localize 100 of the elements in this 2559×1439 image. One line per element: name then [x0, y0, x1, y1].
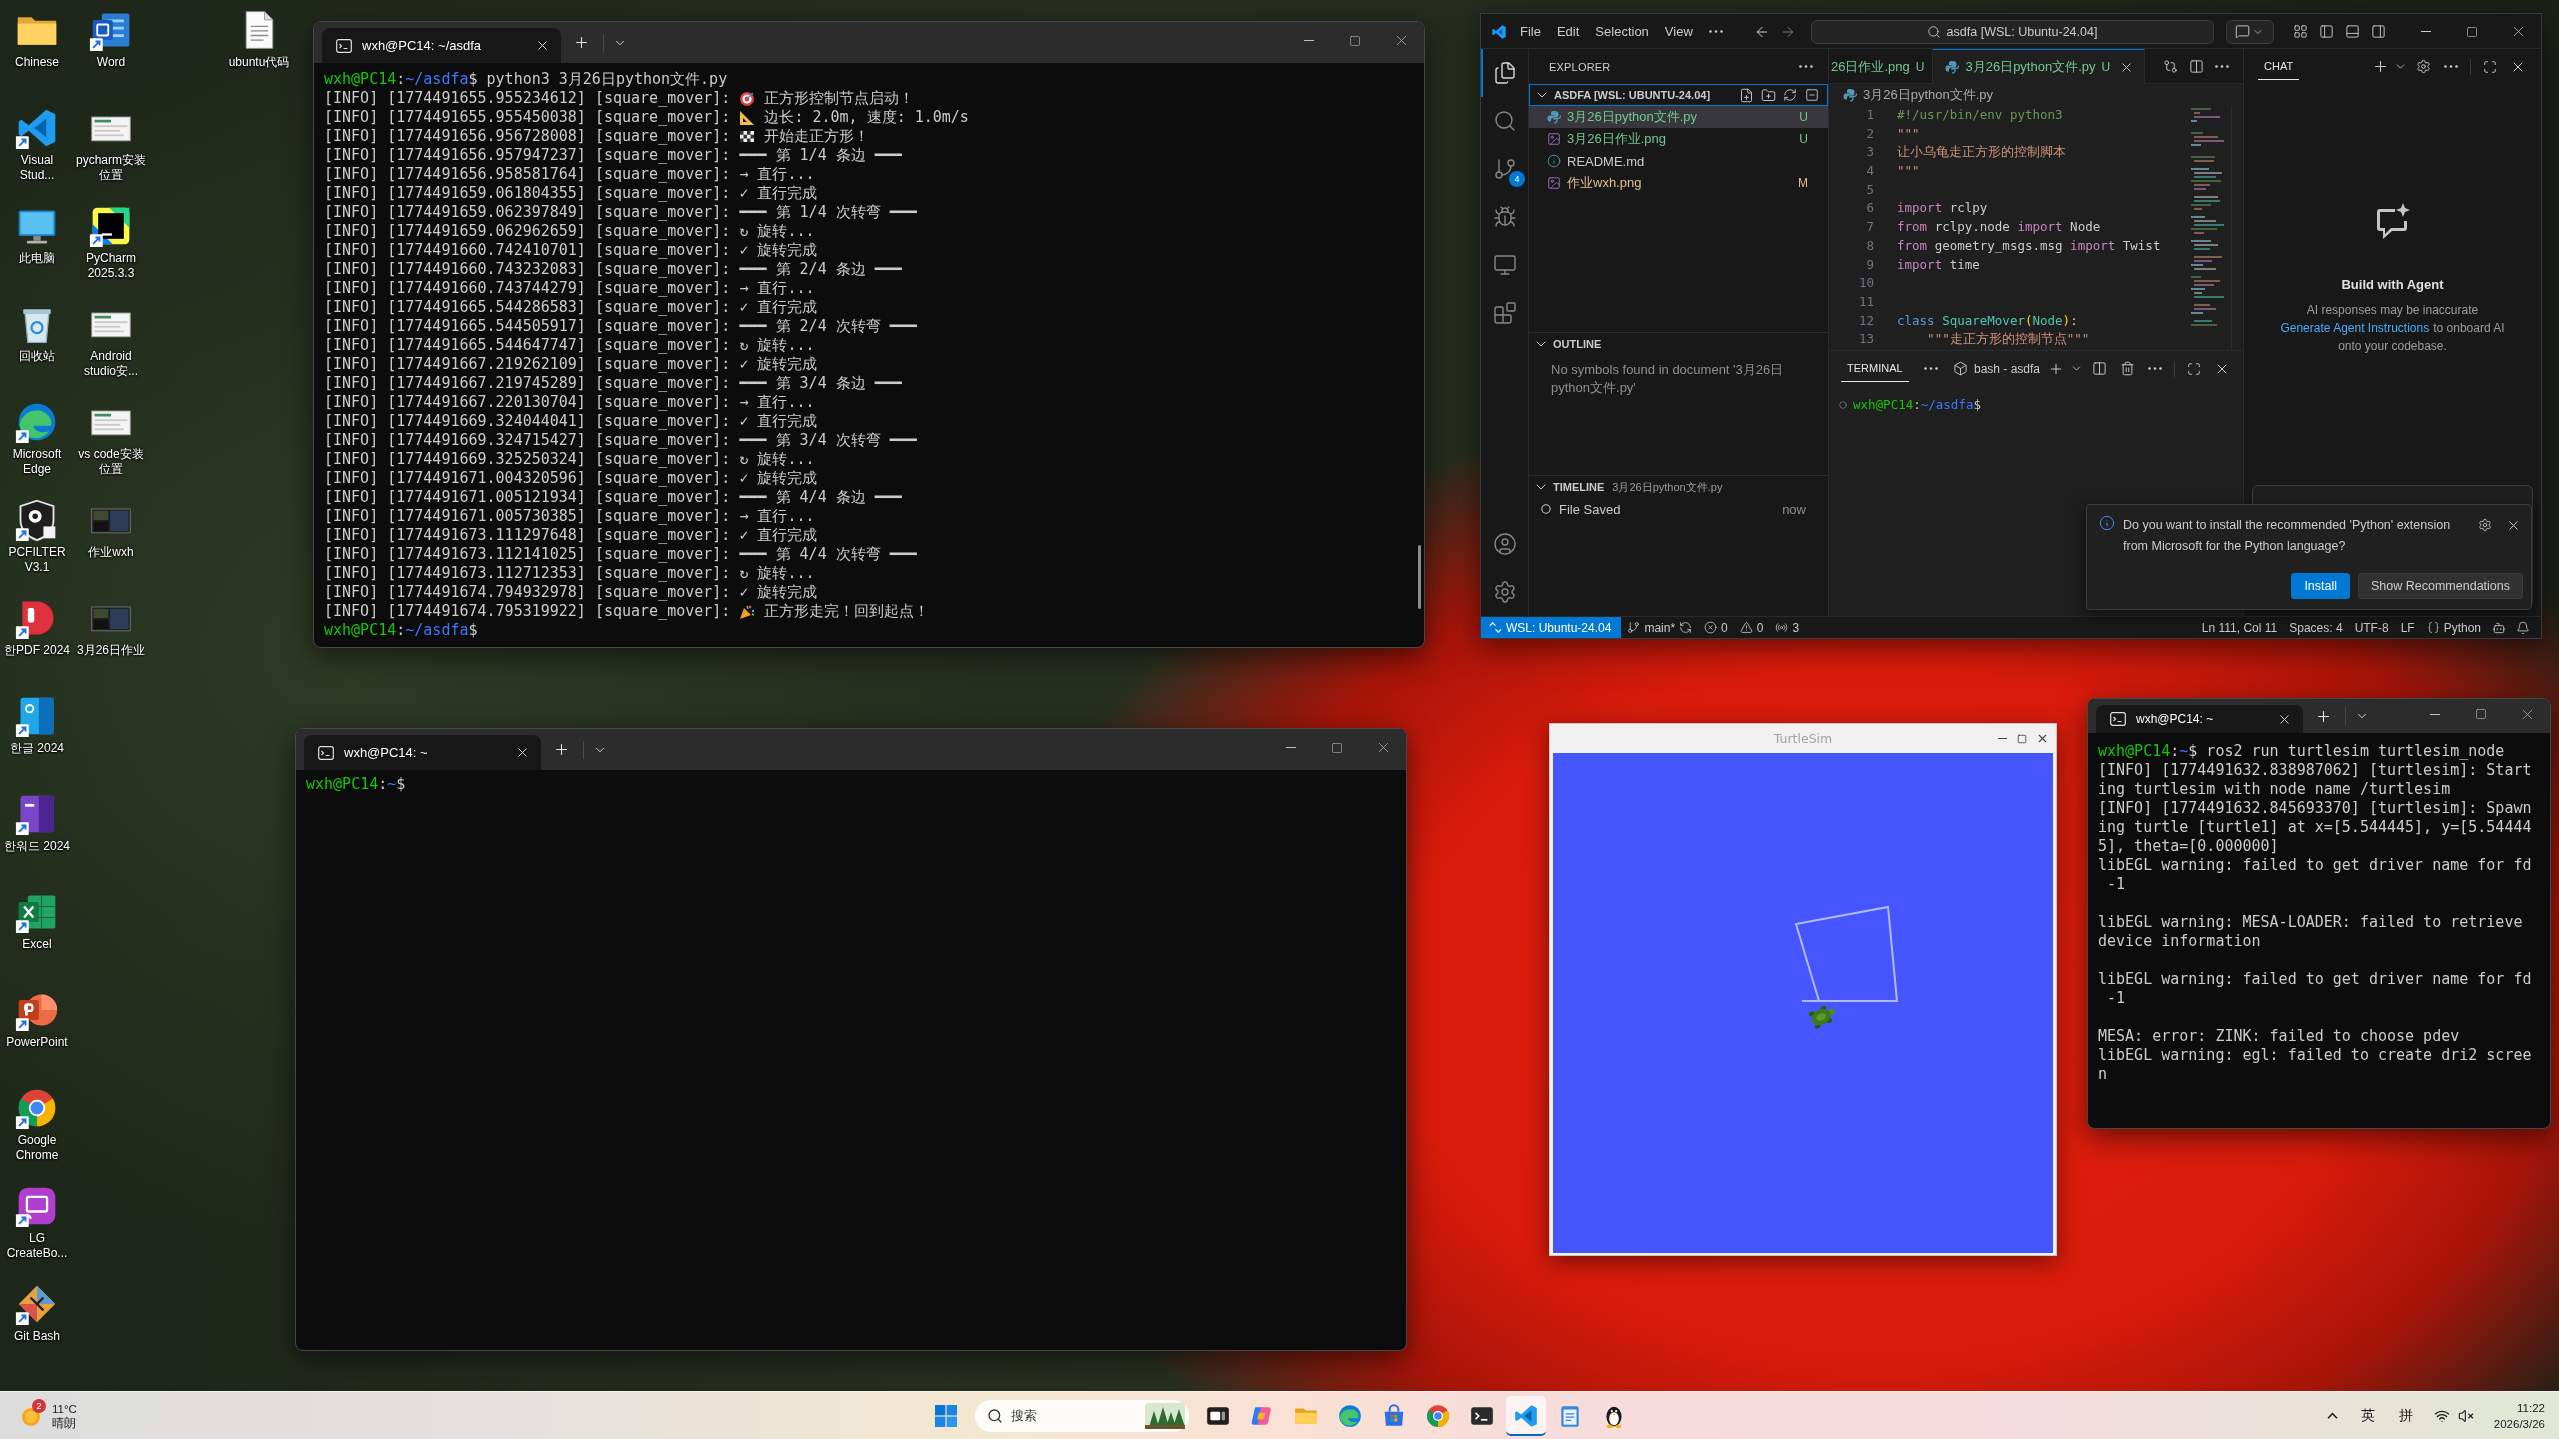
code-line: from rclpy.node import Node [1897, 218, 2101, 237]
refresh-icon [1783, 88, 1797, 102]
git-status: U [1799, 132, 1808, 146]
log-line: [INFO] [1774491673.112712353] [square_mover]: ↻ 旋转... [324, 564, 816, 583]
robot-icon [2492, 620, 2506, 635]
notification-button[interactable]: Show Recommendations [2358, 573, 2523, 599]
activity-bar-button[interactable]: 4 [1481, 145, 1529, 193]
log-line: libEGL warning: failed to get driver name for fd [2098, 856, 2533, 875]
explorer-entry[interactable]: 3月26日python文件.py U [1529, 106, 1828, 128]
more-icon [1923, 367, 1938, 370]
settings-icon [1493, 580, 1517, 604]
code-line: """走正方形的控制节点""" [1926, 330, 2090, 349]
prompt-line: wxh@PC14:~$ [306, 775, 407, 794]
line-number: 10 [1857, 274, 1874, 293]
log-line: [INFO] [1774491669.324715427] [square_mover]: ━━━ 第 3/4 次转弯 ━━━ [324, 431, 918, 450]
log-line: -1 [2106, 875, 2127, 894]
line-ending[interactable]: LF [2394, 617, 2421, 638]
chrome-icon [1424, 1402, 1451, 1429]
line-number: 8 [1865, 236, 1874, 255]
file-plus-icon [1738, 87, 1754, 103]
timeline-entry[interactable]: File Saved now [1529, 498, 1828, 520]
minimize-icon [2430, 713, 2440, 715]
search-icon [1493, 109, 1517, 133]
folder-header[interactable]: ASDFA [WSL: UBUNTU-24.04] [1529, 84, 1828, 106]
line-number: 1 [1865, 106, 1874, 124]
circle-icon [1541, 504, 1551, 514]
explorer-entry[interactable]: 作业wxh.png M [1529, 172, 1828, 194]
session-tab[interactable]: wxh@PC14: ~ [304, 735, 541, 770]
log-line: [INFO] [1774491674.795319922] [square_mover]: [324, 602, 731, 621]
code-line: """ [1897, 124, 1920, 143]
compare-icon [2162, 58, 2178, 74]
log-line: [INFO] [1774491667.219262109] [square_mover]: ✓ 旋转完成 [324, 355, 819, 374]
notification-button[interactable]: Install [2291, 573, 2351, 599]
prompt-line: wxh@PC14:~$ ros2 run turtlesim turtlesim_node [2098, 742, 2506, 761]
cursor-position[interactable]: Ln 111, Col 11 [2195, 617, 2284, 638]
log-line: ing turtle [turtle1] at x=[5.544445], y=[5.54444 [2098, 818, 2533, 837]
remote-indicator[interactable]: WSL: Ubuntu-24.04 [1481, 617, 1622, 638]
input-mode-button[interactable]: 英 [2349, 1395, 2386, 1436]
branch-icon [1627, 621, 1641, 634]
breadcrumb[interactable]: 3月26日python文件.py [1829, 84, 2243, 106]
chat-icon [2235, 24, 2250, 39]
session-tab[interactable]: wxh@PC14: ~/asdfa [322, 28, 561, 63]
line-number: 5 [1865, 180, 1874, 199]
branch-indicator[interactable]: main* [1621, 617, 1699, 638]
section-header[interactable]: TIMELINE 3月26日python文件.py [1529, 476, 1828, 498]
volume-muted-icon [2457, 1407, 2474, 1424]
terminal-selector[interactable]: bash - asdfa [1948, 356, 2044, 381]
log-line: libEGL warning: failed to get driver name for fd [2098, 970, 2533, 989]
weather-widget[interactable]: 2 11°C 晴朗 [14, 1395, 85, 1436]
checkered-flag-icon [739, 128, 756, 145]
maximize-icon [2475, 708, 2487, 720]
editor-tab[interactable]: 26日作业.png U [1829, 49, 1934, 83]
encoding[interactable]: UTF-8 [2348, 617, 2395, 638]
info-icon [1547, 154, 1561, 168]
info-icon [2099, 515, 2115, 531]
cube-icon [1952, 361, 1968, 376]
command-center[interactable]: asdfa [WSL: Ubuntu-24.04] [1810, 19, 2214, 44]
chat-button[interactable] [2225, 19, 2274, 44]
log-message: 边长: 2.0m, 速度: 1.0m/s [764, 108, 969, 127]
session-tab[interactable]: wxh@PC14: ~ [2096, 705, 2303, 733]
minimize-icon [2421, 31, 2431, 32]
menu-item[interactable]: Edit [1548, 19, 1588, 44]
menu-item[interactable]: File [1512, 19, 1549, 44]
maximize-icon [2017, 733, 2027, 744]
line-number: 7 [1865, 218, 1874, 237]
maximize-icon [2466, 25, 2478, 38]
search-input[interactable]: 搜索 [1010, 1403, 1137, 1428]
log-line: [INFO] [1774491669.324044041] [square_mover]: ✓ 直行完成 [324, 412, 819, 431]
section-subtitle: 3月26日python文件.py [1612, 479, 1723, 495]
search-field[interactable]: 搜索 [973, 1398, 1190, 1433]
terminal-icon [336, 38, 352, 53]
log-line: [INFO] [1774491673.111297648] [square_mover]: ✓ 直行完成 [324, 526, 819, 545]
section-header[interactable]: OUTLINE [1529, 333, 1828, 355]
account-icon [1493, 532, 1517, 556]
errors-indicator[interactable]: 0 [1698, 617, 1734, 638]
log-line: [INFO] [1774491656.957947237] [square_mover]: ━━━ 第 1/4 条边 ━━━ [324, 146, 903, 165]
menu-item[interactable]: Selection [1587, 19, 1657, 44]
clock[interactable]: 11:22 2026/3/26 [2483, 1395, 2551, 1436]
maximize-icon [1331, 741, 1343, 754]
panel-bottom-icon [2344, 24, 2360, 39]
python-file-icon [1547, 110, 1561, 124]
search-icon [986, 1407, 1003, 1424]
warnings-indicator[interactable]: 0 [1733, 617, 1770, 638]
ports-indicator[interactable]: 3 [1769, 617, 1806, 638]
explorer-entry[interactable]: README.md [1529, 150, 1828, 172]
language-mode[interactable]: Python [2420, 617, 2487, 638]
log-line: [INFO] [1774491659.061804355] [square_mover]: ✓ 直行完成 [324, 184, 819, 203]
input-method-button[interactable]: 拼 [2387, 1395, 2424, 1436]
indentation[interactable]: Spaces: 4 [2283, 617, 2349, 638]
monitor-icon [1493, 253, 1517, 277]
explorer-entry[interactable]: 3月26日作业.png U [1529, 128, 1828, 150]
log-line: [INFO] [1774491673.112141025] [square_mover]: ━━━ 第 4/4 次转弯 ━━━ [324, 545, 918, 564]
editor-tab[interactable]: 3月26日python文件.py U [1933, 49, 2146, 84]
agent-instructions-link[interactable]: Generate Agent Instructions [2280, 321, 2430, 335]
columns-icon [2188, 58, 2204, 74]
panel-tab[interactable]: TERMINAL [1841, 355, 1909, 382]
code-line: """ [1897, 162, 1920, 181]
chat-tab[interactable]: CHAT [2258, 53, 2300, 80]
menu-item[interactable]: View [1656, 19, 1701, 44]
log-line: [INFO] [1774491660.743232083] [square_mover]: ━━━ 第 2/4 条边 ━━━ [324, 260, 903, 279]
